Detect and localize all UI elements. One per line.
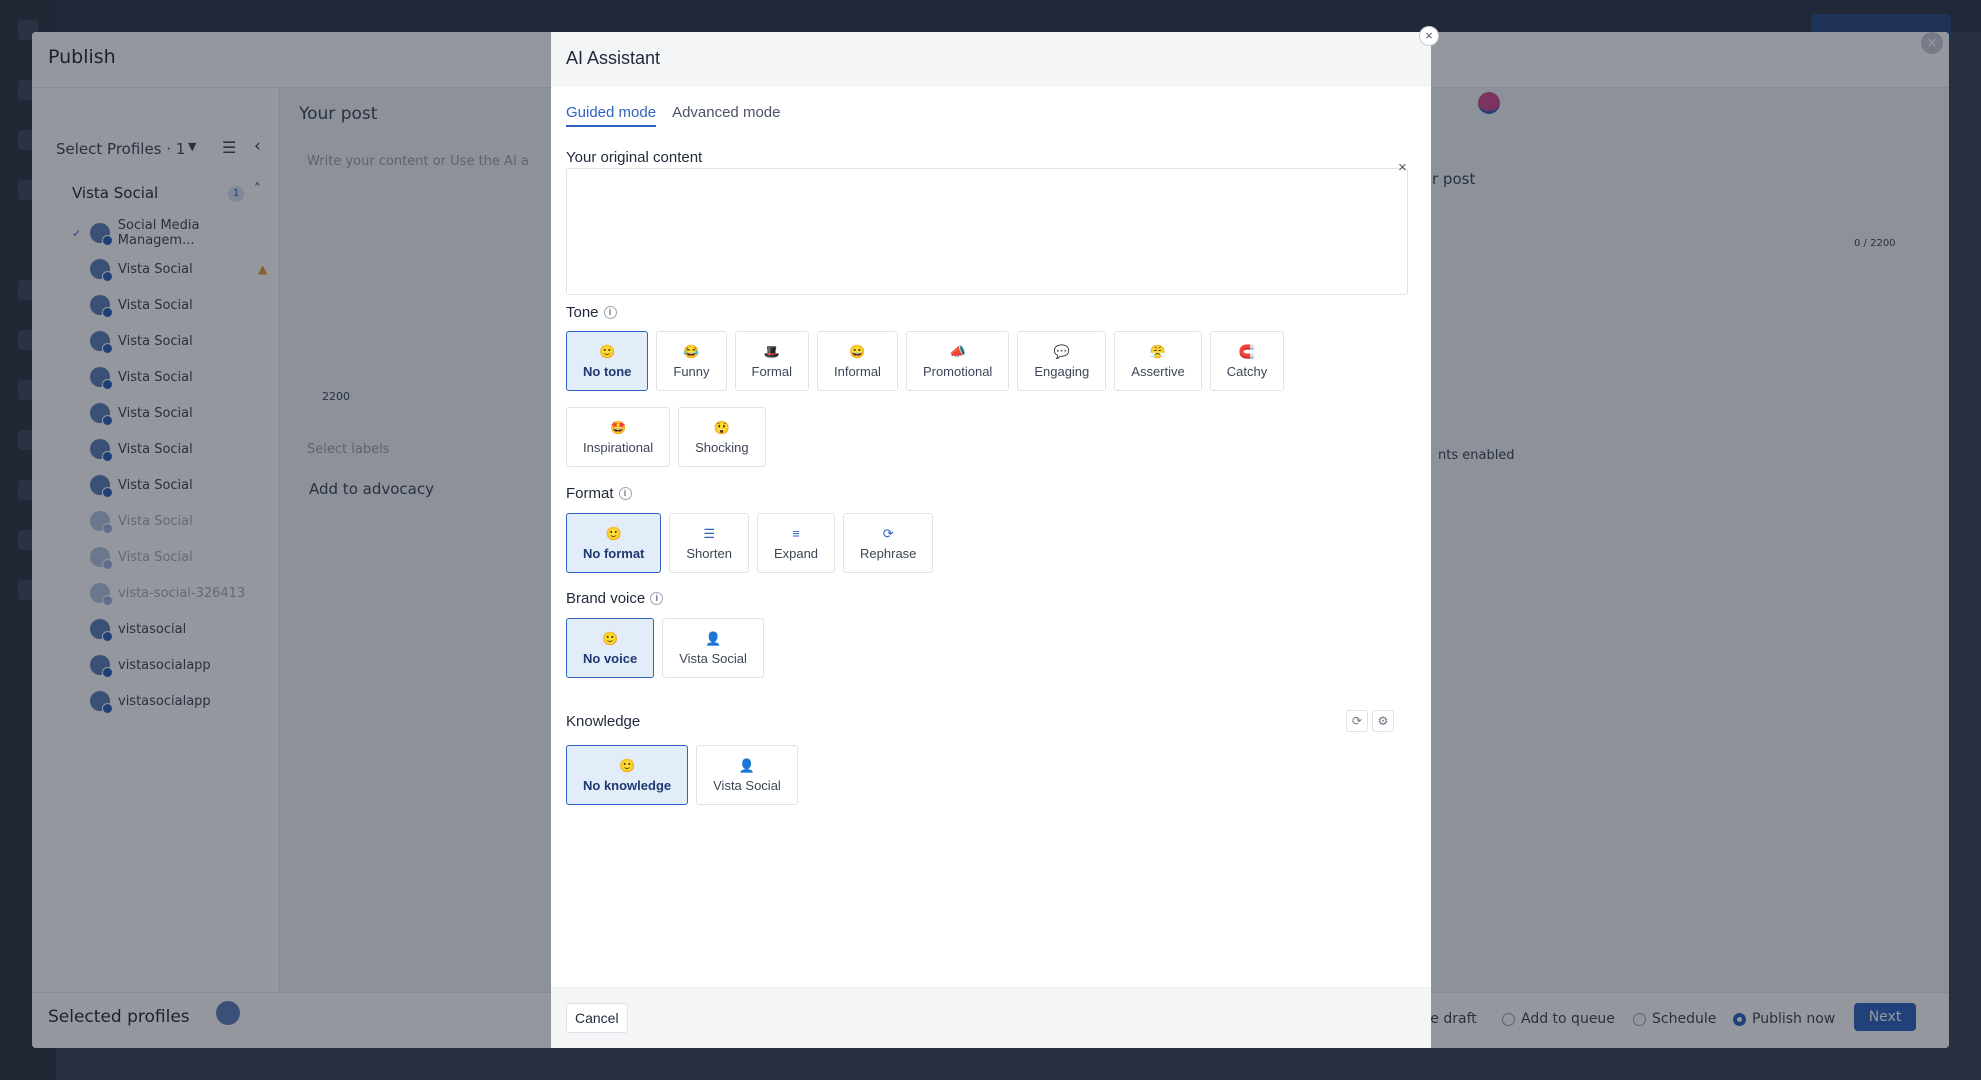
format-option-shorten[interactable]: ☰ Shorten — [669, 513, 749, 573]
cancel-button[interactable]: Cancel — [566, 1003, 628, 1033]
format-options: 🙂 No format ☰ Shorten ≡ Expand ⟳ Rephrase — [566, 513, 934, 573]
info-icon[interactable]: i — [603, 306, 617, 319]
determined-face-icon: 😤 — [1149, 343, 1167, 359]
tone-option-assertive[interactable]: 😤 Assertive — [1114, 331, 1202, 391]
knowledge-label: Knowledge — [566, 713, 641, 730]
format-option-rephrase[interactable]: ⟳ Rephrase — [843, 513, 934, 573]
tone-option-promotional[interactable]: 📣 Promotional — [905, 331, 1010, 391]
knowledge-option-vista-social[interactable]: 👤 Vista Social — [696, 745, 798, 805]
refresh-icon: ⟳ — [882, 525, 894, 541]
modal-header: AI Assistant — [551, 32, 1431, 86]
gear-icon[interactable]: ⚙ — [1372, 710, 1394, 732]
ai-assistant-modal: AI Assistant × Guided mode Advanced mode… — [551, 26, 1439, 1048]
tone-option-informal[interactable]: 😀 Informal — [816, 331, 898, 391]
person-icon: 👤 — [704, 630, 722, 646]
knowledge-option-no-knowledge[interactable]: 🙂 No knowledge — [566, 745, 689, 805]
person-icon: 👤 — [738, 757, 756, 773]
shocked-face-icon: 😲 — [713, 419, 730, 435]
tone-option-formal[interactable]: 🎩 Formal — [734, 331, 809, 391]
tone-option-no-tone[interactable]: 🙂 No tone — [566, 331, 649, 391]
format-option-no-format[interactable]: 🙂 No format — [566, 513, 662, 573]
tone-label: Tone i — [566, 304, 617, 321]
tone-option-engaging[interactable]: 💬 Engaging — [1017, 331, 1107, 391]
modal-title: AI Assistant — [566, 48, 661, 68]
format-label: Format i — [566, 485, 632, 502]
tone-option-inspirational[interactable]: 🤩 Inspirational — [566, 407, 671, 467]
clear-content-icon[interactable]: × — [1398, 159, 1407, 176]
original-content-label: Your original content — [566, 149, 703, 166]
smile-icon: 🙂 — [618, 757, 636, 773]
expand-lines-icon: ≡ — [792, 525, 800, 541]
format-option-expand[interactable]: ≡ Expand — [756, 513, 836, 573]
megaphone-icon: 📣 — [949, 343, 966, 359]
brand-voice-option-vista-social[interactable]: 👤 Vista Social — [662, 618, 764, 678]
brand-voice-options: 🙂 No voice 👤 Vista Social — [566, 618, 764, 678]
info-icon[interactable]: i — [650, 592, 664, 605]
top-hat-icon: 🎩 — [763, 343, 780, 359]
magnet-icon: 🧲 — [1238, 343, 1256, 359]
tab-guided-mode[interactable]: Guided mode — [566, 104, 657, 127]
star-eyes-icon: 🤩 — [609, 419, 627, 435]
close-icon[interactable]: × — [1419, 26, 1439, 46]
refresh-icon[interactable]: ⟳ — [1346, 710, 1368, 732]
smile-icon: 🙂 — [599, 343, 616, 359]
tone-options: 🙂 No tone 😂 Funny 🎩 Formal 😀 Informal 📣 Promo… — [566, 331, 1285, 391]
tone-option-shocking[interactable]: 😲 Shocking — [678, 407, 766, 467]
tone-option-funny[interactable]: 😂 Funny — [656, 331, 727, 391]
modal-footer: Cancel — [551, 987, 1431, 1048]
tone-option-catchy[interactable]: 🧲 Catchy — [1209, 331, 1285, 391]
tone-options-row-2: 🤩 Inspirational 😲 Shocking — [566, 407, 766, 467]
smile-icon: 🙂 — [605, 525, 622, 541]
speech-bubble-icon: 💬 — [1053, 343, 1070, 359]
info-icon[interactable]: i — [618, 487, 632, 500]
knowledge-tools: ⟳ ⚙ — [1346, 710, 1394, 732]
original-content-input[interactable] — [566, 168, 1408, 295]
grin-icon: 😀 — [849, 343, 866, 359]
laughing-icon: 😂 — [683, 343, 700, 359]
brand-voice-option-no-voice[interactable]: 🙂 No voice — [566, 618, 655, 678]
knowledge-options: 🙂 No knowledge 👤 Vista Social — [566, 745, 798, 805]
shorten-lines-icon: ☰ — [703, 525, 715, 541]
brand-voice-label: Brand voice i — [566, 590, 664, 607]
mode-tabs: Guided mode Advanced mode — [566, 104, 780, 127]
tab-advanced-mode[interactable]: Advanced mode — [672, 104, 780, 127]
smile-icon: 🙂 — [602, 630, 619, 646]
